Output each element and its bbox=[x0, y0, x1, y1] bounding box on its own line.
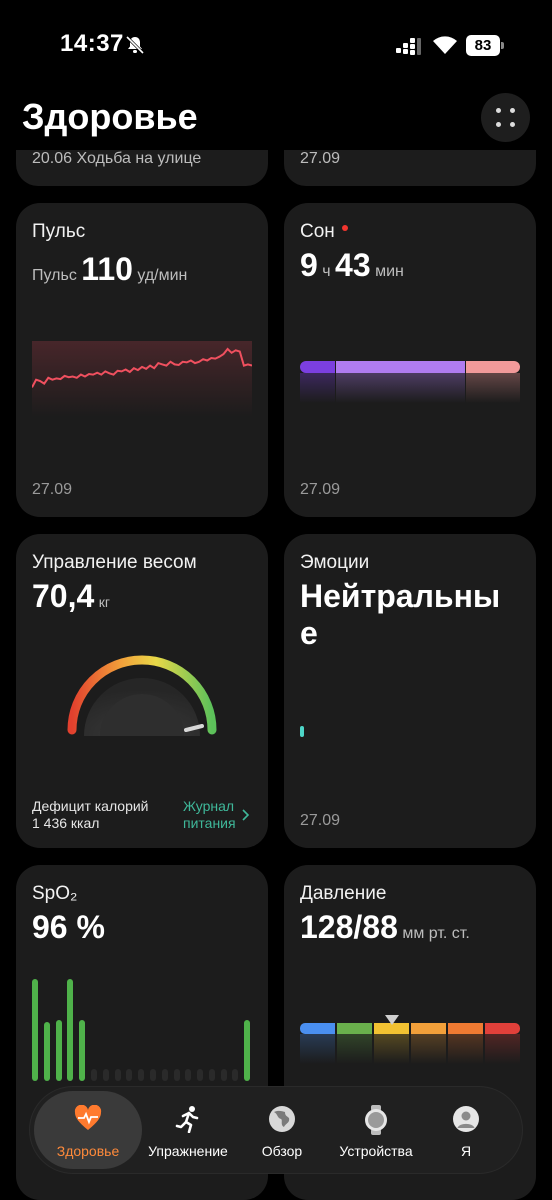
emotions-title: Эмоции bbox=[300, 552, 370, 573]
signal-icon bbox=[396, 38, 421, 55]
battery-level: 83 bbox=[466, 35, 500, 56]
sleep-stage-shadow bbox=[300, 373, 336, 403]
spo2-chart bbox=[32, 975, 256, 1081]
sleep-stage-segment bbox=[336, 361, 465, 373]
pressure-scale-segment bbox=[448, 1023, 483, 1034]
spo2-bar bbox=[220, 1069, 227, 1081]
sleep-hours-unit: ч bbox=[322, 263, 331, 280]
emotions-card[interactable]: Эмоции Нейтральны е 27.09 bbox=[284, 534, 536, 848]
pulse-date: 27.09 bbox=[32, 481, 73, 498]
spo2-bar bbox=[173, 1069, 180, 1081]
profile-icon bbox=[453, 1106, 479, 1132]
pulse-value: 110 bbox=[81, 251, 133, 287]
pressure-value: 128/88 bbox=[300, 909, 398, 945]
sleep-stage-segment bbox=[300, 361, 336, 373]
activity-card[interactable]: 20.06 Ходьба на улице bbox=[16, 150, 268, 186]
weight-title: Управление весом bbox=[32, 552, 197, 573]
pressure-scale bbox=[300, 1015, 520, 1075]
pressure-scale-shadow bbox=[485, 1034, 520, 1064]
chevron-right-icon bbox=[242, 809, 250, 821]
spo2-bar bbox=[244, 1019, 251, 1081]
battery-indicator: 83 bbox=[466, 35, 504, 56]
pulse-chart bbox=[32, 341, 252, 417]
sleep-stage-segment bbox=[466, 361, 520, 373]
pulse-unit: уд/мин bbox=[137, 267, 188, 284]
pressure-scale-shadow bbox=[300, 1034, 335, 1064]
wifi-icon bbox=[433, 36, 457, 54]
pressure-marker-icon bbox=[384, 1015, 399, 1025]
more-menu-button[interactable] bbox=[481, 93, 530, 142]
spo2-bar bbox=[197, 1069, 204, 1081]
bottom-navigation: Здоровье Упражнение Обзор Устройства Я bbox=[30, 1087, 522, 1173]
running-icon bbox=[175, 1106, 199, 1133]
spo2-bar bbox=[138, 1069, 145, 1081]
globe-icon bbox=[269, 1106, 295, 1132]
bell-muted-icon bbox=[125, 35, 145, 55]
spo2-bar bbox=[90, 1069, 97, 1081]
nav-me[interactable]: Я bbox=[436, 1091, 496, 1169]
weight-card[interactable]: Управление весом 70,4 кг Дефицит калорий… bbox=[16, 534, 268, 848]
spo2-bar bbox=[114, 1069, 121, 1081]
pressure-scale-shadow bbox=[374, 1034, 409, 1064]
spo2-bar bbox=[67, 979, 74, 1081]
calorie-deficit-value: 1 436 ккал bbox=[32, 815, 100, 831]
spo2-value: 96 % bbox=[32, 909, 105, 945]
pressure-scale-segment bbox=[337, 1023, 372, 1034]
spo2-bar bbox=[32, 979, 38, 1081]
pressure-title: Давление bbox=[300, 883, 387, 904]
pressure-scale-shadow bbox=[411, 1034, 446, 1064]
pressure-scale-segment bbox=[300, 1023, 335, 1034]
pressure-scale-shadow bbox=[448, 1034, 483, 1064]
nav-overview[interactable]: Обзор bbox=[244, 1091, 320, 1169]
weight-unit: кг bbox=[98, 594, 110, 610]
new-data-dot bbox=[341, 225, 348, 231]
pressure-unit: мм рт. ст. bbox=[402, 925, 470, 942]
heart-pulse-icon bbox=[74, 1105, 102, 1130]
nav-exercise[interactable]: Упражнение bbox=[138, 1091, 238, 1169]
emotions-value: Нейтральны е bbox=[300, 578, 501, 651]
activity-summary: 20.06 Ходьба на улице bbox=[32, 150, 202, 167]
pressure-scale-shadow bbox=[337, 1034, 372, 1064]
spo2-bar bbox=[79, 1019, 86, 1081]
sleep-stage-shadow bbox=[466, 373, 520, 403]
pressure-scale-segment bbox=[411, 1023, 446, 1034]
spo2-bar bbox=[149, 1069, 156, 1081]
spo2-bar bbox=[185, 1069, 192, 1081]
sleep-date: 27.09 bbox=[300, 481, 341, 498]
spo2-bar bbox=[55, 1019, 62, 1081]
emotion-marker bbox=[300, 726, 304, 737]
calorie-deficit-label: Дефицит калорий bbox=[32, 798, 149, 814]
sleep-hours: 9 bbox=[300, 247, 318, 283]
spo2-bar bbox=[126, 1069, 133, 1081]
weight-value: 70,4 bbox=[32, 578, 95, 614]
pulse-prefix: Пульс bbox=[32, 267, 77, 284]
top-right-date: 27.09 bbox=[300, 150, 341, 167]
sleep-stages-bar bbox=[300, 361, 520, 407]
spo2-bar bbox=[161, 1069, 168, 1081]
watch-icon bbox=[365, 1105, 387, 1135]
nav-devices[interactable]: Устройства bbox=[326, 1091, 426, 1169]
nav-health[interactable]: Здоровье bbox=[34, 1091, 142, 1169]
spo2-bar bbox=[232, 1069, 239, 1081]
spo2-bar bbox=[43, 1021, 50, 1081]
pulse-title: Пульс bbox=[32, 221, 86, 242]
sleep-minutes-unit: мин bbox=[375, 263, 404, 280]
pulse-card[interactable]: Пульс Пульс 110 уд/мин 27.09 bbox=[16, 203, 268, 517]
spo2-bar bbox=[102, 1069, 109, 1081]
sleep-title: Сон bbox=[300, 221, 348, 243]
sleep-stage-shadow bbox=[336, 373, 465, 403]
page-title: Здоровье bbox=[22, 96, 198, 137]
sleep-card[interactable]: Сон 9 ч 43 мин 27.09 bbox=[284, 203, 536, 517]
status-time: 14:37 bbox=[60, 30, 124, 57]
emotions-date: 27.09 bbox=[300, 812, 341, 829]
status-bar: 14:37 83 bbox=[0, 0, 552, 88]
pressure-scale-segment bbox=[485, 1023, 520, 1034]
food-journal-link[interactable]: Журнал питания bbox=[183, 798, 236, 832]
weight-gauge bbox=[67, 655, 217, 736]
spo2-title: SpO₂ bbox=[32, 883, 78, 904]
sleep-minutes: 43 bbox=[335, 247, 371, 283]
spo2-bar bbox=[208, 1069, 215, 1081]
top-right-card[interactable]: 27.09 bbox=[284, 150, 536, 186]
